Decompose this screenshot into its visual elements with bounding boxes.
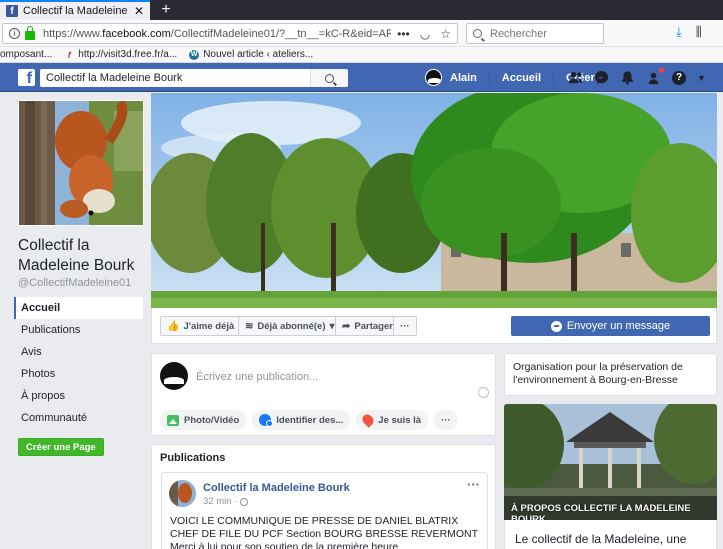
groups-icon[interactable] (646, 67, 665, 85)
tab-close-icon[interactable]: ✕ (134, 4, 144, 18)
photo-icon (167, 414, 179, 426)
facebook-favicon-icon: f (6, 5, 18, 17)
search-icon (473, 29, 482, 38)
about-description: Le collectif de la Madeleine, une (504, 520, 717, 549)
bookmarks-bar: omposant... f http://visit3d.free.fr/a...… (0, 47, 723, 63)
post-author-avatar[interactable] (169, 480, 196, 507)
account-menu-chevron-down-icon[interactable]: ▼ (697, 73, 706, 83)
browser-tab-bar: f Collectif la Madeleine Bourk - Accu ✕ … (0, 0, 723, 20)
page-nav-item-community[interactable]: Communauté (14, 407, 143, 429)
notifications-icon[interactable] (620, 70, 635, 85)
photo-video-button[interactable]: Photo/Vidéo (160, 410, 247, 430)
post-composer: Écrivez une publication... Photo/Vidéo I… (151, 353, 496, 436)
tab-title: Collectif la Madeleine Bourk - Accu (23, 5, 130, 17)
about-summary: Organisation pour la préservation de l'e… (504, 353, 717, 396)
composer-more-button[interactable]: ··· (434, 410, 458, 430)
emoji-icon[interactable] (478, 387, 489, 398)
page-nav-item-photos[interactable]: Photos (14, 363, 143, 385)
facebook-search-input[interactable]: Collectif la Madeleine Bourk (40, 69, 348, 87)
cover-photo[interactable] (151, 93, 717, 308)
nav-user-name[interactable]: Alain (447, 72, 480, 84)
page-profile-picture[interactable] (18, 100, 144, 226)
bookmark-item[interactable]: omposant... (0, 49, 52, 60)
chevron-down-icon: ▾ (329, 320, 335, 332)
like-button[interactable]: 👍 J'aime déjà ▾ (160, 316, 251, 336)
url-text[interactable]: https://www.facebook.com/CollectifMadele… (43, 28, 391, 40)
pocket-icon[interactable]: ◡ (420, 27, 430, 41)
help-icon[interactable]: ? (672, 70, 686, 85)
library-icon[interactable]: ⫼ (696, 24, 702, 40)
facebook-search-value[interactable]: Collectif la Madeleine Bourk (46, 72, 310, 84)
about-photo-caption[interactable]: À PROPOS COLLECTIF LA MADELEINE BOURK (511, 503, 717, 520)
publications-title: Publications (160, 452, 226, 464)
tag-people-button[interactable]: Identifier des... (252, 410, 351, 430)
bookmark-star-icon[interactable]: ☆ (440, 27, 451, 41)
messenger-icon (550, 320, 562, 332)
browser-tab[interactable]: f Collectif la Madeleine Bourk - Accu ✕ (0, 0, 150, 20)
facebook-logo-icon[interactable]: f (18, 69, 35, 86)
bookmark-item[interactable]: W Nouvel article ‹ ateliers... (189, 49, 313, 60)
post-timestamp[interactable]: 32 min · (203, 496, 237, 507)
post-options-icon[interactable]: ··· (467, 477, 480, 492)
tag-people-icon (259, 414, 274, 427)
new-tab-button[interactable]: + (156, 0, 176, 20)
bookmark-item[interactable]: f http://visit3d.free.fr/a... (64, 49, 177, 60)
follow-button[interactable]: ≋ Déjà abonné(e) ▾ (238, 316, 342, 336)
share-arrow-icon: ➦ (342, 320, 351, 332)
page-action-bar: 👍 J'aime déjà ▾ ≋ Déjà abonné(e) ▾ ➦ Par… (151, 308, 717, 344)
post-card: Collectif la Madeleine Bourk 32 min · ··… (161, 472, 488, 549)
composer-avatar (160, 362, 188, 390)
post-text: VOICI LE COMMUNIQUE DE PRESSE DE DANIEL … (170, 515, 478, 549)
wordpress-icon: W (189, 49, 200, 60)
notification-badge (658, 67, 665, 74)
browser-nav-bar: i https://www.facebook.com/CollectifMade… (0, 20, 723, 47)
facebook-search-button[interactable] (310, 69, 348, 87)
rss-icon: ≋ (245, 320, 254, 332)
url-bar[interactable]: i https://www.facebook.com/CollectifMade… (2, 23, 458, 44)
create-page-button[interactable]: Créer une Page (18, 438, 104, 456)
check-in-button[interactable]: Je suis là (356, 410, 429, 430)
publications-section: Publications Collectif la Madeleine Bour… (151, 444, 496, 549)
search-placeholder: Rechercher (490, 27, 547, 40)
page-name[interactable]: Collectif la Madeleine Bourk (18, 236, 146, 276)
page-actions-icon[interactable]: ••• (397, 27, 410, 41)
send-message-button[interactable]: Envoyer un message (511, 316, 710, 336)
more-options-button[interactable]: ··· (393, 316, 417, 336)
share-button[interactable]: ➦ Partager (335, 316, 400, 336)
post-author-name[interactable]: Collectif la Madeleine Bourk (203, 482, 350, 494)
search-icon (325, 73, 334, 83)
thumbs-up-icon: 👍 (167, 320, 180, 332)
nav-home[interactable]: Accueil (499, 72, 544, 84)
composer-input[interactable]: Écrivez une publication... (196, 371, 318, 383)
page-nav-item-home[interactable]: Accueil (14, 297, 143, 319)
page-nav: Accueil Publications Avis Photos À propo… (14, 297, 143, 429)
globe-icon (240, 497, 249, 506)
page-nav-item-reviews[interactable]: Avis (14, 341, 143, 363)
lock-icon[interactable] (25, 25, 35, 40)
user-avatar[interactable] (425, 69, 442, 86)
page-nav-item-about[interactable]: À propos (14, 385, 143, 407)
facebook-header: f Collectif la Madeleine Bourk Alain Acc… (0, 63, 723, 92)
about-photo[interactable]: À PROPOS COLLECTIF LA MADELEINE BOURK (504, 404, 717, 520)
messenger-icon[interactable] (594, 70, 609, 85)
page-handle[interactable]: @CollectifMadeleine01 (18, 277, 131, 289)
bookmark-f-icon: f (67, 49, 71, 60)
browser-search-input[interactable]: Rechercher (466, 23, 604, 44)
page-nav-item-publications[interactable]: Publications (14, 319, 143, 341)
download-icon[interactable]: ⤓ (676, 24, 682, 40)
info-icon[interactable]: i (9, 28, 20, 39)
friend-requests-icon[interactable] (568, 70, 583, 85)
location-pin-icon (360, 412, 377, 428)
